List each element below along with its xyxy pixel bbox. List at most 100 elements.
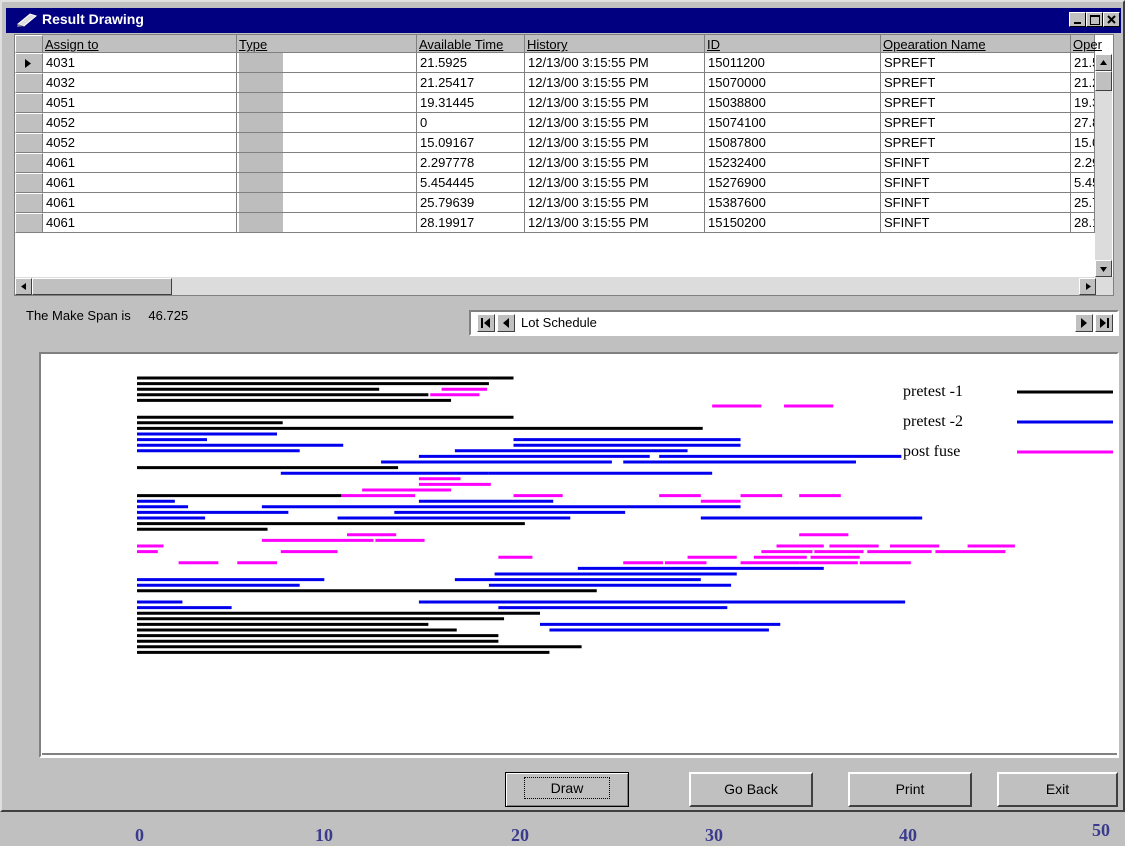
column-header[interactable]: Available Time [417,35,525,53]
table-cell[interactable]: 21.5 [1071,53,1095,73]
table-cell[interactable]: SPREFT [881,53,1071,73]
table-cell[interactable]: 5.45 [1071,173,1095,193]
print-button[interactable]: Print [848,772,972,807]
maximize-button[interactable] [1086,12,1103,27]
table-cell[interactable]: 15011200 [705,53,881,73]
table-cell[interactable]: 4031 [43,53,237,73]
table-cell[interactable]: 4061 [43,153,237,173]
table-cell[interactable]: 0 [417,113,525,133]
table-cell[interactable]: 4052 [43,133,237,153]
table-cell[interactable]: 2.29 [1071,153,1095,173]
table-cell[interactable]: 15087800 [705,133,881,153]
table-cell[interactable]: 25.79639 [417,193,525,213]
table-cell[interactable]: SPREFT [881,133,1071,153]
table-cell[interactable]: 28.19917 [417,213,525,233]
scroll-left-button[interactable] [15,278,32,295]
table-cell[interactable] [237,133,417,153]
close-button[interactable] [1103,12,1120,27]
table-cell[interactable]: 15387600 [705,193,881,213]
row-selector[interactable] [15,113,43,133]
grid-vertical-scrollbar[interactable] [1095,54,1112,277]
table-cell[interactable]: 4051 [43,93,237,113]
table-cell[interactable]: 15038800 [705,93,881,113]
table-cell[interactable]: 15074100 [705,113,881,133]
horizontal-scroll-thumb[interactable] [32,278,172,295]
table-cell[interactable]: 21.2 [1071,73,1095,93]
column-header[interactable]: Opearation Name [881,35,1071,53]
draw-button[interactable]: Draw [505,772,629,807]
scroll-up-button[interactable] [1095,54,1112,71]
table-cell[interactable] [237,53,417,73]
column-header[interactable]: History [525,35,705,53]
scroll-down-button[interactable] [1095,260,1112,277]
table-cell[interactable] [237,193,417,213]
table-cell[interactable]: 4061 [43,213,237,233]
table-cell[interactable] [237,93,417,113]
exit-button[interactable]: Exit [997,772,1118,807]
first-record-button[interactable] [477,314,495,332]
table-cell[interactable]: SFINFT [881,153,1071,173]
row-selector[interactable] [15,53,43,73]
table-cell[interactable]: SFINFT [881,173,1071,193]
row-selector[interactable] [15,173,43,193]
column-header[interactable]: Assign to [43,35,237,53]
table-cell[interactable]: 15070000 [705,73,881,93]
table-cell[interactable]: 15.09167 [417,133,525,153]
table-cell[interactable]: SPREFT [881,93,1071,113]
table-cell[interactable]: 21.25417 [417,73,525,93]
row-selector[interactable] [15,73,43,93]
table-cell[interactable] [237,113,417,133]
minimize-button[interactable] [1069,12,1086,27]
table-cell[interactable]: 12/13/00 3:15:55 PM [525,73,705,93]
last-record-button[interactable] [1095,314,1113,332]
column-header[interactable]: Type [237,35,417,53]
table-cell[interactable] [237,213,417,233]
table-cell[interactable]: 15150200 [705,213,881,233]
table-cell[interactable] [237,153,417,173]
table-cell[interactable]: 15276900 [705,173,881,193]
table-cell[interactable]: 4032 [43,73,237,93]
title-bar[interactable]: Result Drawing [6,8,1121,33]
table-cell[interactable]: 27.8 [1071,113,1095,133]
row-selector[interactable] [15,93,43,113]
close-icon [1107,15,1116,24]
table-cell[interactable] [237,73,417,93]
scroll-thumb[interactable] [1095,71,1112,91]
table-cell[interactable]: SFINFT [881,213,1071,233]
table-cell[interactable] [237,173,417,193]
next-record-button[interactable] [1075,314,1093,332]
table-cell[interactable]: 15232400 [705,153,881,173]
go-back-button[interactable]: Go Back [689,772,813,807]
table-cell[interactable]: 5.454445 [417,173,525,193]
scroll-right-button[interactable] [1079,278,1096,295]
table-cell[interactable]: 12/13/00 3:15:55 PM [525,133,705,153]
table-cell[interactable]: SFINFT [881,193,1071,213]
table-cell[interactable]: 12/13/00 3:15:55 PM [525,113,705,133]
table-cell[interactable]: 21.5925 [417,53,525,73]
table-cell[interactable]: 19.31445 [417,93,525,113]
previous-record-button[interactable] [497,314,515,332]
table-cell[interactable]: 19.3 [1071,93,1095,113]
row-selector[interactable] [15,213,43,233]
column-header[interactable]: ID [705,35,881,53]
table-cell[interactable]: 12/13/00 3:15:55 PM [525,93,705,113]
table-cell[interactable]: 4052 [43,113,237,133]
table-cell[interactable]: 4061 [43,173,237,193]
table-cell[interactable]: 12/13/00 3:15:55 PM [525,153,705,173]
table-cell[interactable]: 12/13/00 3:15:55 PM [525,173,705,193]
row-selector[interactable] [15,153,43,173]
column-header[interactable]: Oper [1071,35,1102,53]
table-cell[interactable]: 12/13/00 3:15:55 PM [525,193,705,213]
table-cell[interactable]: 12/13/00 3:15:55 PM [525,53,705,73]
row-selector[interactable] [15,133,43,153]
table-cell[interactable]: 15.0 [1071,133,1095,153]
table-cell[interactable]: 12/13/00 3:15:55 PM [525,213,705,233]
row-selector[interactable] [15,193,43,213]
table-cell[interactable]: SPREFT [881,73,1071,93]
table-cell[interactable]: 2.297778 [417,153,525,173]
table-cell[interactable]: 28.1 [1071,213,1095,233]
table-cell[interactable]: 25.7 [1071,193,1095,213]
grid-horizontal-scrollbar[interactable] [15,277,1113,295]
table-cell[interactable]: 4061 [43,193,237,213]
table-cell[interactable]: SPREFT [881,113,1071,133]
